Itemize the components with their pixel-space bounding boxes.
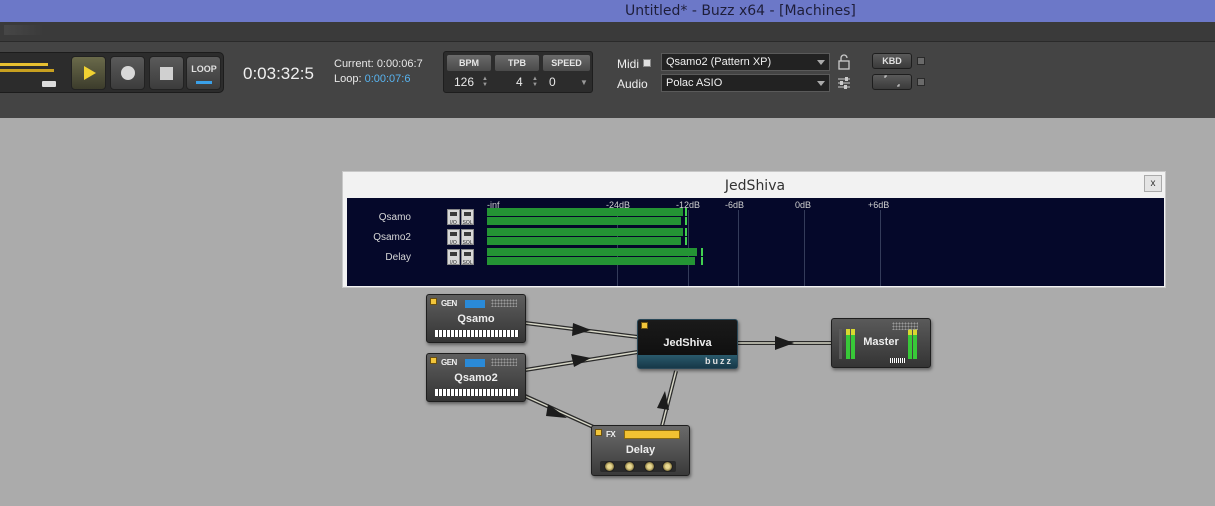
machine-qsamo[interactable]: GEN Qsamo	[426, 294, 526, 343]
knob-icon[interactable]	[604, 461, 615, 472]
machine-name: Delay	[625, 444, 656, 456]
gen-tag: GEN	[441, 358, 457, 367]
brand-label: buzz	[705, 356, 733, 366]
machine-master[interactable]: Master	[831, 318, 931, 368]
spectrum-icon	[465, 359, 485, 367]
arrow-icon	[775, 336, 794, 350]
knob-icon[interactable]	[644, 461, 655, 472]
keyboard-icon	[435, 389, 519, 396]
grip-icon	[491, 358, 517, 366]
machine-qsamo2[interactable]: GEN Qsamo2	[426, 353, 526, 402]
spectrum-icon	[465, 300, 485, 308]
master-level-right	[908, 329, 912, 359]
knob-bar	[600, 461, 676, 472]
master-volume-slider[interactable]	[890, 358, 906, 363]
fx-level-icon	[624, 430, 680, 439]
machine-name: JedShiva	[663, 337, 712, 349]
machine-led[interactable]	[595, 429, 602, 436]
arrow-icon	[546, 404, 567, 418]
fx-tag: FX	[606, 430, 616, 439]
machine-led[interactable]	[430, 357, 437, 364]
machine-name: Qsamo	[457, 313, 495, 325]
master-level-right-2	[913, 329, 917, 359]
knob-icon[interactable]	[662, 461, 673, 472]
machine-footer: buzz	[638, 355, 737, 368]
machine-led[interactable]	[430, 298, 437, 305]
machine-delay[interactable]: FX Delay	[591, 425, 690, 476]
grip-icon	[491, 299, 517, 307]
keyboard-icon	[435, 330, 519, 337]
arrow-icon	[572, 323, 591, 336]
machine-led[interactable]	[641, 322, 648, 329]
knob-icon[interactable]	[624, 461, 635, 472]
grip-icon	[892, 322, 918, 330]
machine-jedshiva[interactable]: JedShiva buzz	[637, 319, 738, 369]
machine-name: Qsamo2	[454, 372, 498, 384]
gen-tag: GEN	[441, 299, 457, 308]
